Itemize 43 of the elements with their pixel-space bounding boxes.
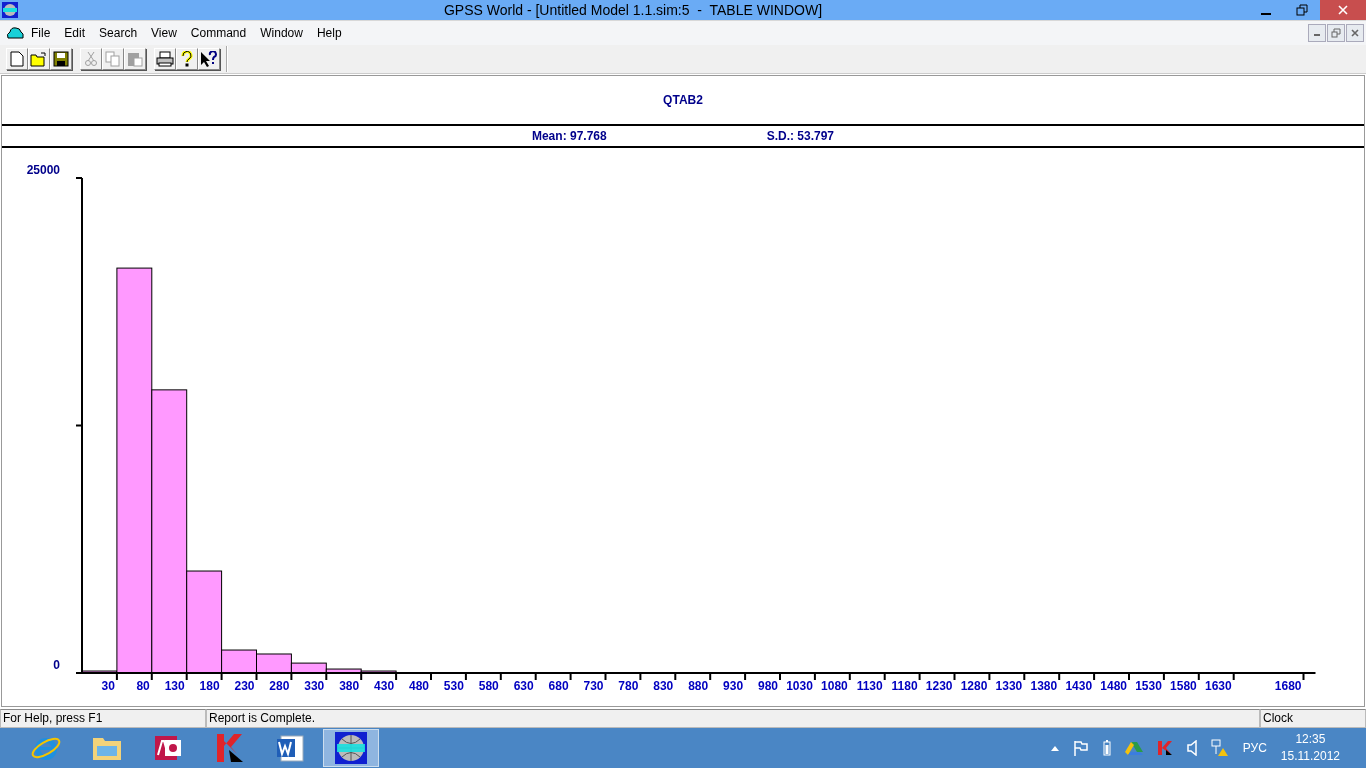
window-title: GPSS World - [Untitled Model 1.1.sim:5 - TABLE WINDOW] xyxy=(442,2,824,18)
sd-value: S.D.: 53.797 xyxy=(766,129,835,143)
x-tick-label: 280 xyxy=(269,679,290,693)
x-tick-label: 830 xyxy=(653,679,674,693)
x-tick-label: 430 xyxy=(374,679,395,693)
x-tick-label: 530 xyxy=(443,679,464,693)
status-help-text: For Help, press F1 xyxy=(0,709,206,728)
table-title: QTAB2 xyxy=(663,93,703,107)
x-tick-label: 780 xyxy=(618,679,639,693)
x-tick-label: 330 xyxy=(304,679,325,693)
x-tick-label: 1280 xyxy=(960,679,988,693)
status-message: Report is Complete. xyxy=(206,709,1260,728)
x-tick-label: 1680 xyxy=(1274,679,1302,693)
x-tick-label: 930 xyxy=(723,679,744,693)
x-tick-label: 380 xyxy=(339,679,360,693)
mean-value: Mean: 97.768 xyxy=(531,129,607,143)
x-tick-label: 880 xyxy=(688,679,709,693)
x-tick-label: 1030 xyxy=(786,679,813,693)
x-tick-label: 30 xyxy=(101,679,115,693)
x-tick-label: 630 xyxy=(513,679,534,693)
y-tick-label: 0 xyxy=(53,658,60,672)
x-tick-label: 1080 xyxy=(821,679,848,693)
x-tick-label: 180 xyxy=(199,679,220,693)
x-tick-label: 580 xyxy=(478,679,499,693)
x-tick-label: 1630 xyxy=(1205,679,1232,693)
y-tick-label: 25000 xyxy=(26,163,60,177)
x-tick-label: 130 xyxy=(164,679,185,693)
x-tick-label: 1480 xyxy=(1100,679,1127,693)
x-tick-label: 1180 xyxy=(891,679,918,693)
x-tick-label: 1230 xyxy=(925,679,953,693)
x-tick-label: 1130 xyxy=(856,679,883,693)
x-tick-label: 680 xyxy=(548,679,569,693)
x-tick-label: 1430 xyxy=(1065,679,1093,693)
x-tick-label: 1380 xyxy=(1030,679,1058,693)
x-tick-label: 480 xyxy=(408,679,429,693)
status-clock: Clock xyxy=(1260,709,1366,728)
x-tick-label: 230 xyxy=(234,679,255,693)
x-tick-label: 980 xyxy=(757,679,778,693)
x-tick-label: 80 xyxy=(136,679,150,693)
x-tick-label: 1580 xyxy=(1170,679,1197,693)
x-tick-label: 1530 xyxy=(1135,679,1162,693)
x-tick-label: 1330 xyxy=(995,679,1023,693)
x-tick-label: 730 xyxy=(583,679,604,693)
